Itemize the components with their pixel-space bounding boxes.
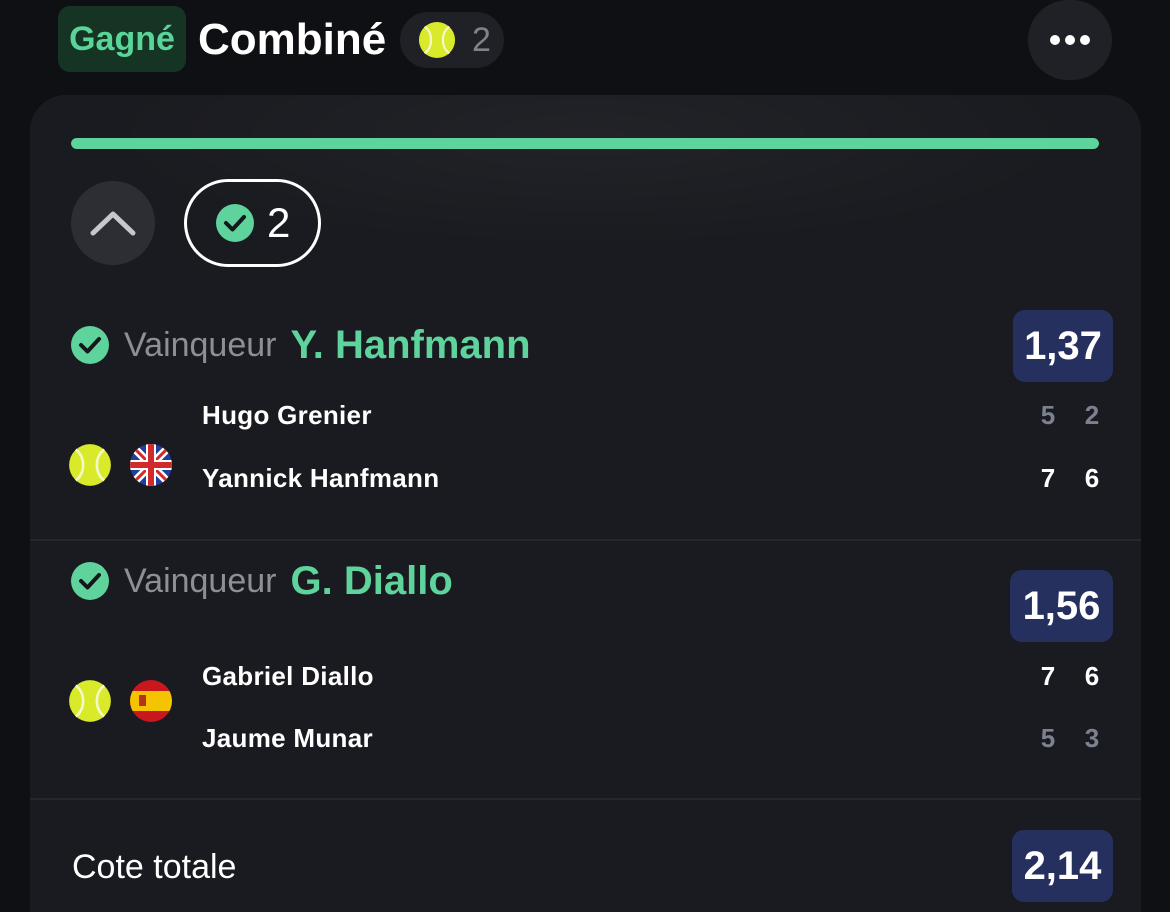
selection-header: Vainqueur G. Diallo — [70, 551, 453, 611]
set-score: 5 — [1040, 400, 1056, 430]
set-score: 7 — [1040, 463, 1056, 493]
status-badge: Gagné — [58, 6, 186, 72]
tennis-ball-icon — [69, 680, 111, 722]
market-label: Vainqueur — [124, 325, 277, 364]
selection-header: Vainqueur Y. Hanfmann — [70, 315, 531, 375]
total-odds-row: Cote totale 2,14 — [30, 800, 1141, 912]
chevron-up-icon — [90, 211, 136, 236]
check-circle-icon — [216, 204, 254, 242]
set-score: 6 — [1084, 463, 1100, 493]
pick-label: Y. Hanfmann — [290, 322, 531, 367]
odds-badge: 1,56 — [1010, 570, 1113, 642]
bet-card: 2 Vainqueur Y. Hanfmann 1,37 Hugo Grenie… — [30, 95, 1141, 912]
collapse-button[interactable] — [71, 181, 155, 265]
player-name: Hugo Grenier — [202, 400, 372, 430]
won-count: 2 — [267, 199, 291, 246]
total-odds-badge: 2,14 — [1012, 830, 1113, 902]
set-score: 3 — [1084, 723, 1100, 753]
more-button[interactable] — [1028, 0, 1112, 80]
won-filter-chip[interactable]: 2 — [184, 179, 321, 267]
set-score: 6 — [1084, 661, 1100, 691]
player-name: Gabriel Diallo — [202, 661, 374, 691]
spain-flag-icon — [130, 680, 172, 722]
selection-count: 2 — [472, 20, 491, 59]
check-circle-icon — [71, 562, 109, 600]
tennis-ball-icon — [418, 21, 456, 59]
selection-item[interactable]: Vainqueur G. Diallo 1,56 Gabriel Diallo … — [30, 541, 1141, 799]
set-score: 7 — [1040, 661, 1056, 691]
set-score: 2 — [1084, 400, 1100, 430]
market-label: Vainqueur — [124, 561, 277, 600]
total-odds-label: Cote totale — [72, 848, 237, 886]
page-title: Combiné — [198, 15, 387, 64]
player-name: Jaume Munar — [202, 723, 373, 753]
uk-flag-icon — [130, 444, 172, 486]
pick-label: G. Diallo — [290, 558, 453, 603]
selection-item[interactable]: Vainqueur Y. Hanfmann 1,37 Hugo Grenier … — [30, 305, 1141, 540]
sport-count-chip: 2 — [400, 12, 504, 68]
progress-bar — [71, 138, 1099, 149]
progress-fill — [71, 138, 1099, 149]
bet-header: Gagné Combiné 2 — [0, 0, 1170, 90]
set-score: 5 — [1040, 723, 1056, 753]
more-icon — [1050, 35, 1090, 45]
odds-badge: 1,37 — [1013, 310, 1113, 382]
check-circle-icon — [71, 326, 109, 364]
tennis-ball-icon — [69, 444, 111, 486]
bet-slip-screen: Gagné Combiné 2 2 Vainqueur Y. Hanfmann … — [0, 0, 1170, 912]
player-name: Yannick Hanfmann — [202, 463, 440, 493]
